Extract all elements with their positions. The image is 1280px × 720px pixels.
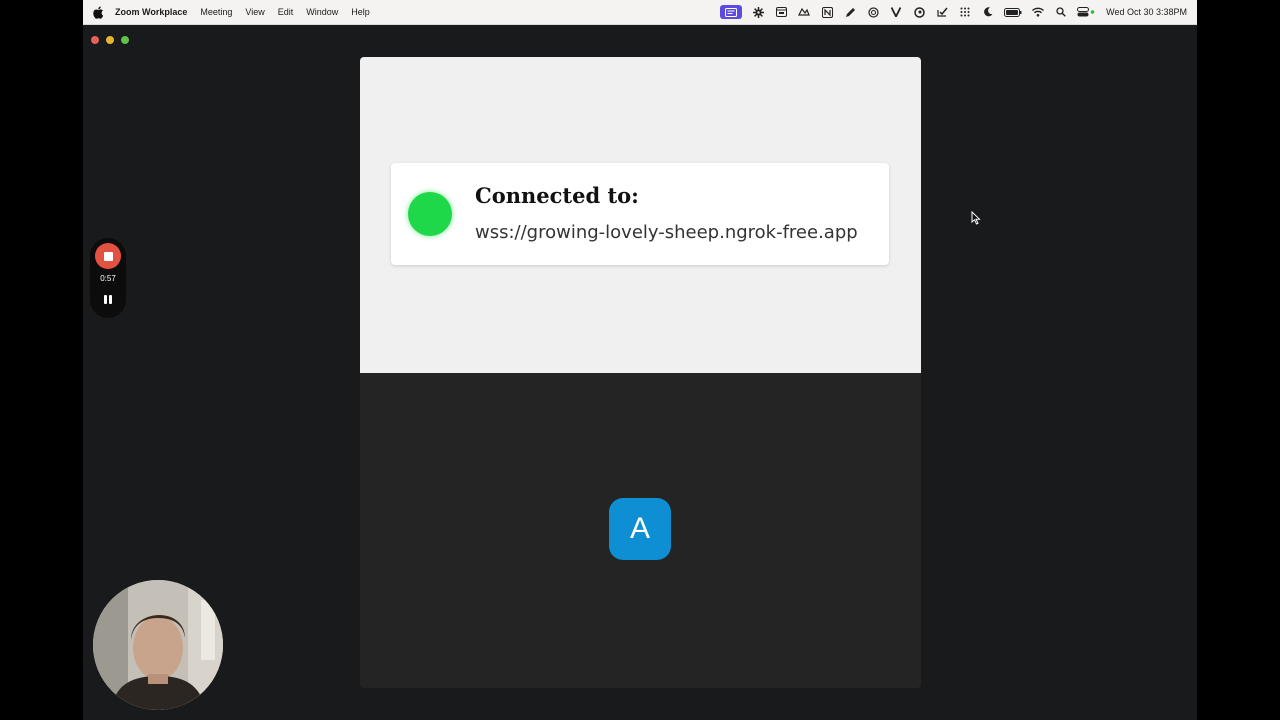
mouse-cursor-icon [971,211,981,225]
menubar: Zoom Workplace Meeting View Edit Window … [83,0,1197,25]
status-area: Wed Oct 30 3:38PM [720,0,1187,24]
menu-edit[interactable]: Edit [278,7,294,17]
screen-record-icon[interactable] [720,5,743,19]
menu-window[interactable]: Window [306,7,338,17]
recording-timer: 0:57 [100,274,116,283]
notion-icon[interactable] [820,5,834,19]
g-icon[interactable] [912,5,926,19]
stop-icon [103,251,113,261]
stop-recording-button[interactable] [95,243,121,269]
control-center-icon[interactable] [1077,5,1095,19]
pen-icon[interactable] [843,5,857,19]
openai-icon[interactable] [866,5,880,19]
connection-url: wss://growing-lovely-sheep.ngrok-free.ap… [475,222,858,243]
window-maximize-button[interactable] [121,36,129,44]
menu-help[interactable]: Help [351,7,370,17]
participant-avatar: A [609,498,671,560]
apple-icon[interactable] [91,5,105,19]
v-icon[interactable] [889,5,903,19]
gear-icon[interactable] [751,5,765,19]
webcam-bubble [93,580,223,710]
connected-status-dot [408,192,452,236]
calendar-icon[interactable] [774,5,788,19]
menu-meeting[interactable]: Meeting [200,7,232,17]
menubar-clock[interactable]: Wed Oct 30 3:38PM [1106,7,1187,17]
menu-app-name[interactable]: Zoom Workplace [115,7,187,17]
grid-icon[interactable] [958,5,972,19]
window-close-button[interactable] [91,36,99,44]
connection-card: Connected to: wss://growing-lovely-sheep… [391,163,889,265]
participant-panel: A [360,373,921,688]
check-icon[interactable] [935,5,949,19]
wifi-icon[interactable] [1031,5,1045,19]
connection-title: Connected to: [475,183,639,208]
search-icon[interactable] [1054,5,1068,19]
moon-icon[interactable] [981,5,995,19]
app-icon[interactable] [797,5,811,19]
battery-icon[interactable] [1004,5,1022,19]
pause-icon[interactable] [103,295,113,305]
menu-view[interactable]: View [245,7,264,17]
screen: Zoom Workplace Meeting View Edit Window … [83,0,1197,720]
recording-widget: 0:57 [90,238,126,318]
shared-screen-panel: Connected to: wss://growing-lovely-sheep… [360,57,921,373]
window-minimize-button[interactable] [106,36,114,44]
